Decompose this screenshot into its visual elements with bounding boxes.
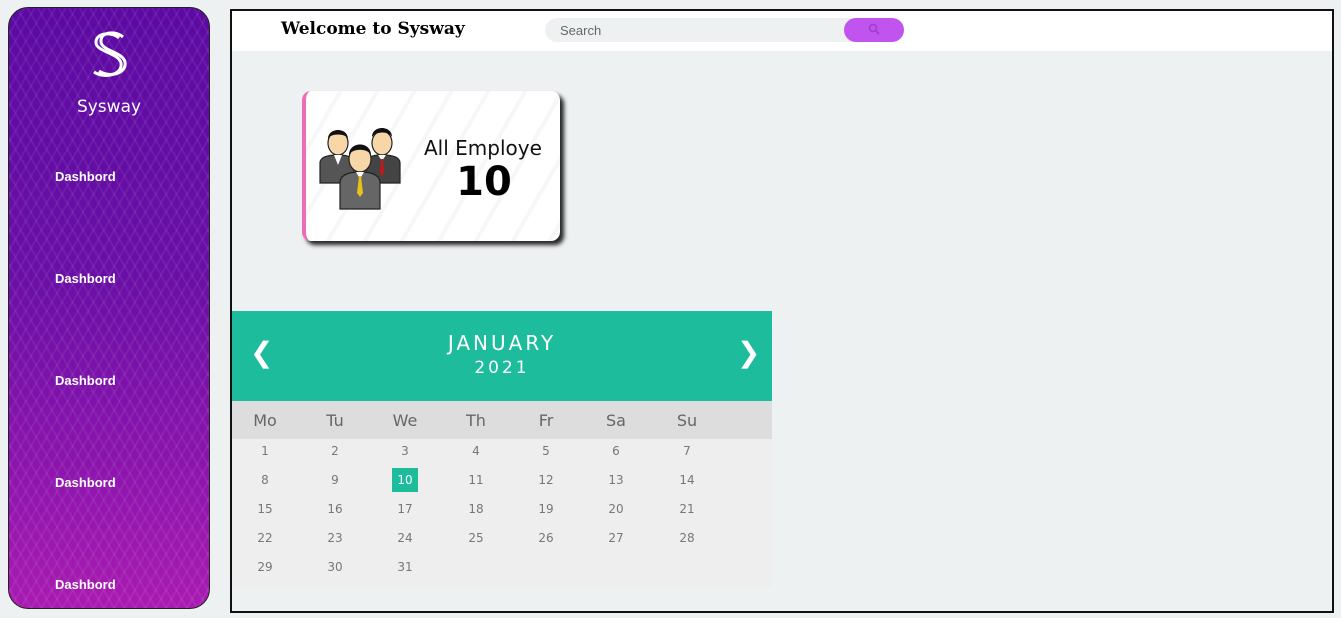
calendar-header: ❮ JANUARY 2021 ❯ — [232, 311, 772, 401]
calendar-day[interactable]: 17 — [392, 497, 418, 521]
sysway-logo — [9, 30, 209, 82]
weekday-label: Su — [676, 411, 698, 430]
sidebar: Sysway Dashbord Dashbord Dashbord Dashbo… — [8, 7, 210, 609]
calendar-day[interactable]: 16 — [322, 497, 348, 521]
calendar-day[interactable]: 11 — [463, 468, 489, 492]
page-title: Welcome to Sysway — [281, 19, 465, 39]
next-month-button[interactable]: ❯ — [737, 339, 760, 367]
sidebar-item-dashboard-5[interactable]: Dashbord — [55, 577, 116, 592]
main-content: Welcome to Sysway Search All Employe 10 … — [230, 9, 1334, 613]
calendar-day[interactable]: 7 — [674, 439, 700, 463]
calendar-year: 2021 — [474, 358, 530, 378]
calendar-day[interactable]: 31 — [392, 555, 418, 579]
sidebar-item-dashboard-4[interactable]: Dashbord — [55, 475, 116, 490]
search-icon — [868, 23, 880, 38]
calendar-day[interactable]: 19 — [533, 497, 559, 521]
days-grid: 1 2 3 4 5 6 7 8 9 10 11 12 13 14 15 16 17 18 19 20 21 22 23 24 2… — [232, 439, 772, 587]
calendar-day[interactable]: 5 — [533, 439, 559, 463]
search-button[interactable] — [844, 18, 904, 42]
weekday-label: Th — [466, 411, 486, 430]
calendar-day[interactable]: 20 — [603, 497, 629, 521]
sidebar-item-dashboard-3[interactable]: Dashbord — [55, 373, 116, 388]
weekday-row: Mo Tu We Th Fr Sa Su — [232, 401, 772, 439]
calendar-day[interactable]: 2 — [322, 439, 348, 463]
calendar-day[interactable]: 22 — [252, 526, 278, 550]
calendar-day[interactable]: 21 — [674, 497, 700, 521]
weekday-label: Tu — [326, 411, 344, 430]
calendar-day[interactable]: 3 — [392, 439, 418, 463]
brand-name: Sysway — [76, 97, 142, 117]
sidebar-item-dashboard-2[interactable]: Dashbord — [55, 271, 116, 286]
weekday-label: We — [392, 411, 418, 430]
card-title: All Employe — [424, 136, 542, 160]
employee-card[interactable]: All Employe 10 — [302, 91, 560, 241]
calendar-day[interactable]: 30 — [322, 555, 348, 579]
employees-icon — [316, 121, 406, 215]
weekday-label: Fr — [538, 411, 554, 430]
calendar-day[interactable]: 1 — [252, 439, 278, 463]
top-bar: Welcome to Sysway — [232, 11, 1332, 51]
calendar-day[interactable]: 23 — [322, 526, 348, 550]
calendar-day[interactable]: 12 — [533, 468, 559, 492]
calendar-day[interactable]: 8 — [252, 468, 278, 492]
calendar-day[interactable]: 26 — [533, 526, 559, 550]
calendar-day[interactable]: 25 — [463, 526, 489, 550]
calendar-day[interactable]: 13 — [603, 468, 629, 492]
calendar-day[interactable]: 18 — [463, 497, 489, 521]
calendar-day[interactable]: 29 — [252, 555, 278, 579]
calendar: ❮ JANUARY 2021 ❯ Mo Tu We Th Fr Sa Su 12… — [232, 311, 772, 587]
calendar-day[interactable]: 24 — [392, 526, 418, 550]
calendar-day-active[interactable]: 10 — [392, 468, 418, 492]
calendar-day[interactable]: 9 — [322, 468, 348, 492]
sidebar-item-dashboard-1[interactable]: Dashbord — [55, 169, 116, 184]
calendar-day[interactable]: 4 — [463, 439, 489, 463]
calendar-month: JANUARY — [447, 331, 557, 355]
employee-count: 10 — [456, 159, 512, 205]
search-box — [545, 18, 904, 42]
calendar-day[interactable]: 27 — [603, 526, 629, 550]
calendar-day[interactable]: 15 — [252, 497, 278, 521]
calendar-day[interactable]: 28 — [674, 526, 700, 550]
weekday-label: Mo — [253, 411, 277, 430]
weekday-label: Sa — [606, 411, 626, 430]
search-input[interactable] — [545, 18, 850, 42]
calendar-day[interactable]: 14 — [674, 468, 700, 492]
calendar-day[interactable]: 6 — [603, 439, 629, 463]
